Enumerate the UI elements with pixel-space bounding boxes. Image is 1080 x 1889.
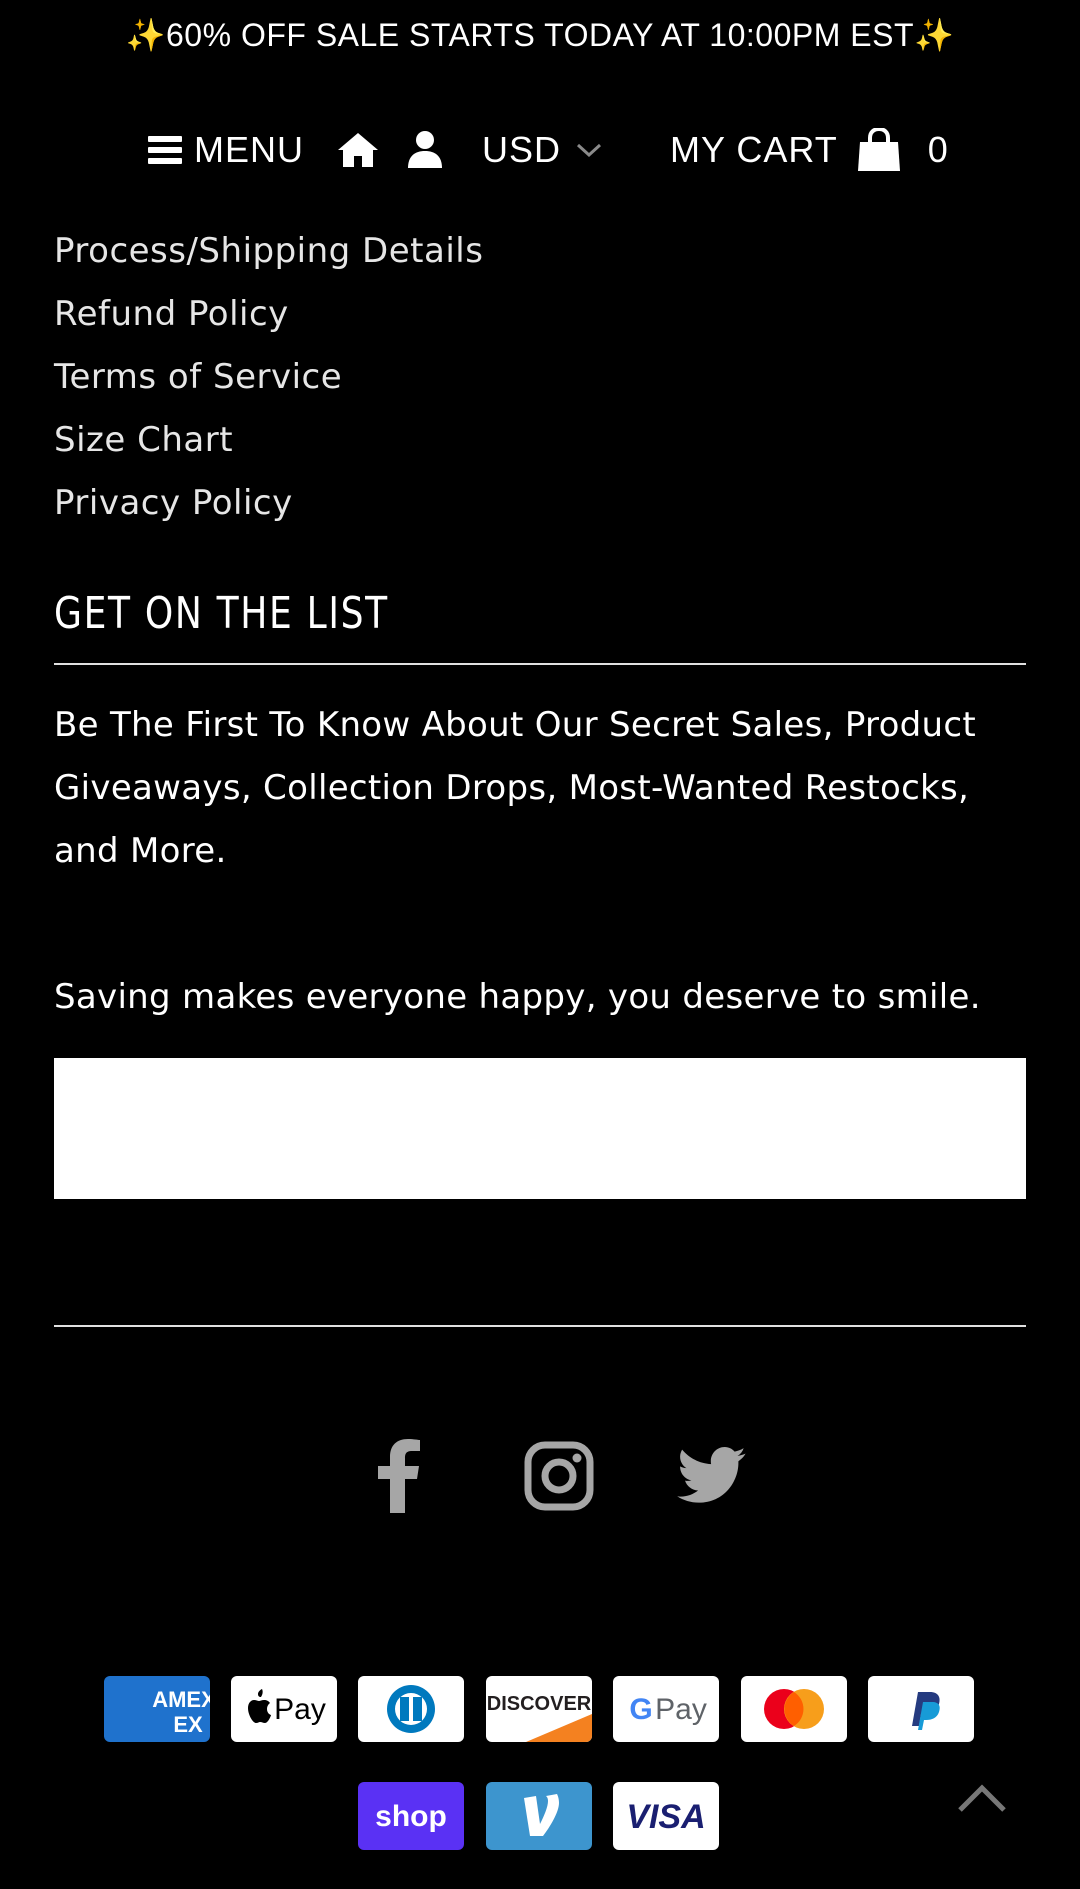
back-to-top-button[interactable]: [954, 1780, 1010, 1816]
menu-label: MENU: [194, 129, 304, 170]
currency-label: USD: [482, 129, 562, 170]
divider: [54, 1325, 1026, 1327]
sparkle-icon: ✨: [913, 17, 955, 53]
newsletter-title: GET ON THE LIST: [54, 588, 389, 639]
footer-link-size-chart[interactable]: Size Chart: [54, 409, 483, 472]
instagram-icon: [524, 1441, 594, 1511]
shopping-bag-icon: [857, 128, 900, 171]
discover-icon: DISCOVER: [486, 1676, 592, 1742]
email-field[interactable]: [54, 1058, 1026, 1199]
twitter-icon: [677, 1447, 746, 1503]
amex-label: AMEX: [152, 1687, 210, 1712]
amex-icon: AMEX EX: [104, 1676, 210, 1742]
announcement-text: 60% OFF SALE STARTS TODAY AT 10:00PM EST: [166, 17, 914, 53]
currency-select[interactable]: USD: [482, 108, 603, 192]
apple-pay-icon: Pay: [231, 1676, 337, 1742]
cart-button[interactable]: MY CART 0: [670, 108, 949, 192]
paypal-icon: [868, 1676, 974, 1742]
chevron-up-icon: [958, 1784, 1006, 1812]
footer-link-terms[interactable]: Terms of Service: [54, 346, 483, 409]
svg-text:EX: EX: [173, 1712, 203, 1737]
home-button[interactable]: [336, 108, 380, 192]
footer-link-refund[interactable]: Refund Policy: [54, 283, 483, 346]
menu-button[interactable]: MENU: [148, 108, 304, 192]
google-pay-label: Pay: [655, 1693, 707, 1726]
venmo-icon: [486, 1782, 592, 1850]
account-button[interactable]: [406, 108, 444, 192]
user-icon: [408, 131, 442, 168]
google-pay-icon: G Pay: [613, 1676, 719, 1742]
newsletter-description: Be The First To Know About Our Secret Sa…: [54, 705, 977, 871]
footer-link-shipping[interactable]: Process/Shipping Details: [54, 220, 483, 283]
diners-club-icon: [358, 1676, 464, 1742]
footer-links: Process/Shipping Details Refund Policy T…: [54, 220, 483, 535]
visa-icon: VISA: [613, 1782, 719, 1850]
twitter-link[interactable]: [670, 1438, 754, 1514]
site-header: MENU USD MY CART 0: [0, 108, 1080, 192]
facebook-icon: [378, 1439, 420, 1513]
divider: [54, 663, 1026, 665]
cart-count: 0: [927, 129, 949, 170]
visa-label: VISA: [626, 1798, 705, 1836]
shop-pay-label: shop: [375, 1800, 447, 1833]
announcement-bar: ✨60% OFF SALE STARTS TODAY AT 10:00PM ES…: [0, 0, 1080, 70]
apple-pay-label: Pay: [274, 1693, 326, 1726]
home-icon: [338, 133, 378, 167]
footer-link-privacy[interactable]: Privacy Policy: [54, 472, 483, 535]
mastercard-icon: [741, 1676, 847, 1742]
facebook-link[interactable]: [357, 1438, 441, 1514]
newsletter-tagline: Saving makes everyone happy, you deserve…: [54, 977, 981, 1017]
hamburger-icon: [148, 136, 182, 164]
chevron-down-icon: [577, 143, 602, 158]
cart-label: MY CART: [670, 129, 838, 170]
instagram-link[interactable]: [517, 1438, 601, 1514]
discover-label: DISCOVER: [487, 1693, 592, 1715]
sparkle-icon: ✨: [125, 17, 166, 53]
shop-pay-icon: shop: [358, 1782, 464, 1850]
svg-text:G: G: [629, 1693, 652, 1726]
